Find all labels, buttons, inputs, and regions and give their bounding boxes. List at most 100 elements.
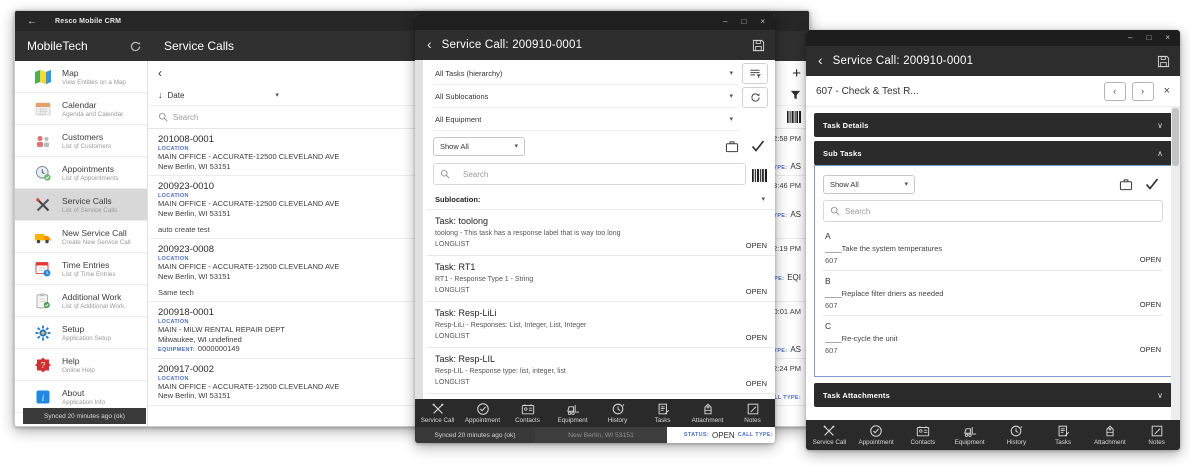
- toolbar-tasks[interactable]: Tasks: [640, 399, 685, 427]
- barcode-icon[interactable]: [752, 169, 767, 182]
- about-icon: i: [34, 388, 52, 406]
- status-badge: OPEN: [746, 241, 767, 250]
- title-bar: – □ ×: [415, 14, 775, 30]
- equipment-icon: [963, 424, 977, 438]
- contacts-icon: [521, 402, 535, 416]
- page-title: Service Calls: [164, 39, 234, 53]
- toolbar-appointment[interactable]: Appointment: [853, 420, 900, 450]
- svg-text:?: ?: [41, 360, 46, 370]
- attachment-icon: [1103, 424, 1117, 438]
- customers-icon: [34, 132, 52, 150]
- back-chevron-icon[interactable]: ‹: [806, 52, 833, 70]
- minimize-button[interactable]: –: [723, 14, 727, 30]
- scrollbar-thumb[interactable]: [1172, 108, 1179, 166]
- filter-tasks-dropdown[interactable]: All Tasks (hierarchy) ▾: [433, 62, 739, 85]
- sort-field-dropdown[interactable]: Date: [168, 91, 185, 100]
- sidebar-item-additional-work[interactable]: Additional WorkList of Additional Work: [15, 285, 147, 317]
- chevron-down-icon: ∨: [1157, 121, 1163, 130]
- close-button[interactable]: ×: [760, 14, 765, 30]
- status-badge: OPEN: [1140, 345, 1161, 354]
- subtask-row[interactable]: A ____Take the system temperatures 607 O…: [823, 226, 1163, 271]
- backdrop-scroll-strip[interactable]: [415, 60, 423, 399]
- sidebar-item-service-calls[interactable]: Service CallsList of Service Calls: [15, 189, 147, 221]
- toolbar-attachment[interactable]: Attachment: [1087, 420, 1134, 450]
- status-badge: OPEN: [746, 333, 767, 342]
- page-title: Service Call: 200910-0001: [833, 55, 974, 67]
- toolbar-notes[interactable]: Notes: [730, 399, 775, 427]
- sidebar-item-map[interactable]: MapView Entities on a Map: [15, 61, 147, 93]
- chevron-down-icon: ∨: [1157, 391, 1163, 400]
- check-icon[interactable]: [1145, 178, 1159, 190]
- filter-equipment-dropdown[interactable]: All Equipment ▾: [433, 108, 739, 131]
- toolbar-attachment[interactable]: Attachment: [685, 399, 730, 427]
- bottom-toolbar: Service Call Appointment Contacts Equipm…: [806, 420, 1180, 450]
- sidebar-item-calendar[interactable]: CalendarAgenda and Calendar: [15, 93, 147, 125]
- toolbar-tasks[interactable]: Tasks: [1040, 420, 1087, 450]
- briefcase-icon[interactable]: [725, 140, 739, 153]
- sidebar-item-appointments[interactable]: AppointmentsList of Appointments: [15, 157, 147, 189]
- task-search-input[interactable]: Search: [433, 163, 746, 185]
- previous-record-button[interactable]: ‹: [1104, 82, 1126, 101]
- status-badge: OPEN: [746, 287, 767, 296]
- hierarchy-filter-button[interactable]: [742, 63, 768, 84]
- back-arrow-icon[interactable]: ←: [27, 16, 37, 27]
- toolbar-history[interactable]: History: [993, 420, 1040, 450]
- toolbar-contacts[interactable]: Contacts: [900, 420, 947, 450]
- sidebar-item-new-service-call[interactable]: New Service CallCreate New Service Call: [15, 221, 147, 253]
- maximize-button[interactable]: □: [741, 14, 746, 30]
- sidebar-item-help[interactable]: ? HelpOnline Help: [15, 349, 147, 381]
- sidebar-item-time-entries[interactable]: Time EntriesList of Time Entries: [15, 253, 147, 285]
- task-row[interactable]: Task: Resp-LIL Resp-LIL - Response type:…: [427, 348, 775, 394]
- maximize-button[interactable]: □: [1146, 30, 1151, 46]
- save-icon[interactable]: [1157, 55, 1170, 68]
- toolbar-service-call[interactable]: Service Call: [806, 420, 853, 450]
- service-call-icon: [431, 402, 445, 416]
- toolbar-history[interactable]: History: [595, 399, 640, 427]
- filter-funnel-icon[interactable]: [790, 90, 801, 101]
- window-task-detail: – □ × ‹ Service Call: 200910-0001 607 - …: [806, 30, 1180, 450]
- toolbar-contacts[interactable]: Contacts: [505, 399, 550, 427]
- task-row[interactable]: Task: Resp-LiLi Resp-LiLi - Responses: L…: [427, 302, 775, 348]
- appointment-icon: [869, 424, 883, 438]
- subtask-search-input[interactable]: Search: [823, 200, 1163, 222]
- section-sub-tasks[interactable]: Sub Tasks ∧: [814, 141, 1172, 165]
- subtask-row[interactable]: C ____Re-cycle the unit 607 OPEN: [823, 316, 1163, 360]
- toolbar-notes[interactable]: Notes: [1133, 420, 1180, 450]
- subtask-row[interactable]: B ____Replace filter driers as needed 60…: [823, 271, 1163, 316]
- barcode-icon[interactable]: [787, 111, 801, 123]
- task-row[interactable]: Task: toolong toolong - This task has a …: [427, 210, 775, 256]
- window-title: Resco Mobile CRM: [55, 18, 121, 25]
- close-button[interactable]: ×: [1165, 30, 1170, 46]
- list-back-icon[interactable]: ‹: [158, 66, 162, 80]
- toolbar-equipment[interactable]: Equipment: [550, 399, 595, 427]
- toolbar-equipment[interactable]: Equipment: [946, 420, 993, 450]
- sync-icon[interactable]: [129, 40, 142, 53]
- task-row[interactable]: Task: RT1 RT1 - Response Type 1 - String…: [427, 256, 775, 302]
- show-filter-select[interactable]: Show All ▾: [433, 137, 525, 156]
- filter-sublocations-dropdown[interactable]: All Sublocations ▾: [433, 85, 739, 108]
- service-calls-icon: [34, 196, 52, 214]
- sidebar-item-customers[interactable]: CustomersList of Customers: [15, 125, 147, 157]
- toolbar-service-call[interactable]: Service Call: [415, 399, 460, 427]
- scrollbar[interactable]: [1171, 106, 1180, 420]
- refresh-button[interactable]: [742, 87, 768, 108]
- sort-descending-icon[interactable]: ↓: [158, 90, 163, 100]
- briefcase-icon[interactable]: [1119, 178, 1133, 191]
- sort-caret-icon[interactable]: ▾: [275, 91, 279, 99]
- toolbar-appointment[interactable]: Appointment: [460, 399, 505, 427]
- next-record-button[interactable]: ›: [1132, 82, 1154, 101]
- task-filters: All Tasks (hierarchy) ▾ All Sublocations…: [427, 60, 775, 131]
- back-chevron-icon[interactable]: ‹: [415, 36, 442, 54]
- caret-down-icon: ▾: [904, 180, 908, 188]
- section-task-attachments[interactable]: Task Attachments ∨: [814, 383, 1172, 407]
- add-record-button[interactable]: +: [792, 65, 801, 82]
- sidebar-item-setup[interactable]: SetupApplication Setup: [15, 317, 147, 349]
- section-task-details[interactable]: Task Details ∨: [814, 113, 1172, 137]
- save-icon[interactable]: [752, 39, 765, 52]
- minimize-button[interactable]: –: [1128, 30, 1132, 46]
- show-filter-select[interactable]: Show All ▾: [823, 175, 915, 194]
- sublocation-group-header[interactable]: Sublocation: ▾: [427, 189, 775, 210]
- appointment-icon: [476, 402, 490, 416]
- close-record-button[interactable]: ×: [1164, 85, 1170, 97]
- check-icon[interactable]: [751, 140, 765, 152]
